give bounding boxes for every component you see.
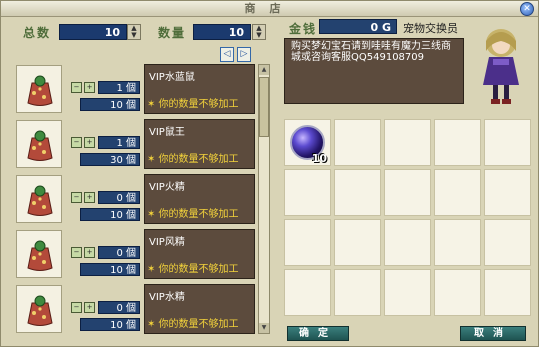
scroll-thumb[interactable] [259, 77, 269, 137]
inventory-slot[interactable] [484, 169, 531, 216]
slot-count: 10 [311, 152, 327, 165]
list-item[interactable]: − + 0 個 10 個 VIP水精 ✶ 你的数量不够加工 [14, 284, 256, 336]
item-description: VIP风精 ✶ 你的数量不够加工 [144, 229, 255, 279]
prev-page-button[interactable]: ◁ [220, 47, 234, 62]
inventory-slot[interactable] [334, 119, 381, 166]
increase-button[interactable]: + [84, 302, 95, 313]
cancel-button[interactable]: 取消 [460, 326, 526, 341]
item-description: VIP水蓝鼠 ✶ 你的数量不够加工 [144, 64, 255, 114]
inventory-slot[interactable] [384, 169, 431, 216]
item-description: VIP水精 ✶ 你的数量不够加工 [144, 284, 255, 334]
inventory-slot[interactable] [334, 219, 381, 266]
item-price: 30 個 [80, 153, 140, 166]
insufficient-warning: ✶ 你的数量不够加工 [147, 319, 239, 330]
scroll-up-icon[interactable]: ▲ [259, 65, 269, 75]
item-name: VIP风精 [149, 237, 185, 248]
list-scrollbar[interactable]: ▲ ▼ [258, 64, 270, 334]
insufficient-warning: ✶ 你的数量不够加工 [147, 99, 239, 110]
insufficient-warning: ✶ 你的数量不够加工 [147, 264, 239, 275]
gift-bag-icon [27, 185, 53, 216]
increase-button[interactable]: + [84, 82, 95, 93]
item-icon-frame[interactable] [16, 230, 62, 278]
close-button[interactable]: ✕ [520, 2, 534, 16]
total-spinner[interactable]: ▲ ▼ [127, 24, 141, 40]
item-icon-frame[interactable] [16, 175, 62, 223]
inventory-slot[interactable] [434, 219, 481, 266]
inventory-grid: 10 [284, 119, 536, 319]
list-item[interactable]: − + 1 個 30 個 VIP鼠王 ✶ 你的数量不够加工 [14, 119, 256, 171]
inventory-slot[interactable] [434, 169, 481, 216]
insufficient-warning: ✶ 你的数量不够加工 [147, 154, 239, 165]
spin-down-icon[interactable]: ▼ [253, 32, 265, 39]
item-icon-frame[interactable] [16, 285, 62, 333]
item-description: VIP鼠王 ✶ 你的数量不够加工 [144, 119, 255, 169]
inventory-slot[interactable] [384, 269, 431, 316]
insufficient-warning: ✶ 你的数量不够加工 [147, 209, 239, 220]
decrease-button[interactable]: − [71, 302, 82, 313]
inventory-slot[interactable]: 10 [284, 119, 331, 166]
inventory-slot[interactable] [434, 119, 481, 166]
money-label: 金钱 [289, 22, 318, 36]
item-price: 10 個 [80, 318, 140, 331]
increase-button[interactable]: + [84, 137, 95, 148]
inventory-slot[interactable] [484, 119, 531, 166]
item-description: VIP火精 ✶ 你的数量不够加工 [144, 174, 255, 224]
decrease-button[interactable]: − [71, 247, 82, 258]
inventory-slot[interactable] [384, 219, 431, 266]
total-label: 总数 [23, 26, 52, 40]
item-name: VIP水蓝鼠 [149, 72, 195, 83]
list-item[interactable]: − + 0 個 10 個 VIP风精 ✶ 你的数量不够加工 [14, 229, 256, 281]
decrease-button[interactable]: − [71, 82, 82, 93]
item-icon-frame[interactable] [16, 65, 62, 113]
decrease-button[interactable]: − [71, 137, 82, 148]
item-quantity: 1 個 [98, 136, 140, 149]
inventory-slot[interactable] [484, 219, 531, 266]
item-list: − + 1 個 10 個 VIP水蓝鼠 ✶ 你的数量不够加工 − + 1 個 3… [14, 64, 270, 334]
total-value: 10 [59, 24, 127, 40]
npc-name: 宠物交换员 [403, 22, 458, 35]
inventory-slot[interactable] [484, 269, 531, 316]
quantity-value: 10 [193, 24, 251, 40]
increase-button[interactable]: + [84, 247, 95, 258]
spin-down-icon[interactable]: ▼ [128, 32, 140, 39]
decrease-button[interactable]: − [71, 192, 82, 203]
item-quantity: 0 個 [98, 191, 140, 204]
inventory-slot[interactable] [284, 169, 331, 216]
window-title: 商店 [1, 1, 538, 17]
quantity-label: 数量 [158, 26, 187, 40]
increase-button[interactable]: + [84, 192, 95, 203]
gift-bag-icon [27, 295, 53, 326]
money-value: 0 G [319, 19, 397, 34]
inventory-slot[interactable] [334, 269, 381, 316]
item-name: VIP火精 [149, 182, 185, 193]
gift-bag-icon [27, 240, 53, 271]
item-quantity: 0 個 [98, 246, 140, 259]
item-price: 10 個 [80, 98, 140, 111]
list-item[interactable]: − + 0 個 10 個 VIP火精 ✶ 你的数量不够加工 [14, 174, 256, 226]
gift-bag-icon [27, 130, 53, 161]
item-price: 10 個 [80, 208, 140, 221]
item-quantity: 0 個 [98, 301, 140, 314]
quantity-spinner[interactable]: ▲ ▼ [252, 24, 266, 40]
next-page-button[interactable]: ▷ [237, 47, 251, 62]
confirm-button[interactable]: 确定 [287, 326, 349, 341]
gift-bag-icon [27, 75, 53, 106]
inventory-slot[interactable] [284, 269, 331, 316]
inventory-slot[interactable] [334, 169, 381, 216]
inventory-slot[interactable] [384, 119, 431, 166]
item-quantity: 1 個 [98, 81, 140, 94]
inventory-slot[interactable] [284, 219, 331, 266]
item-name: VIP鼠王 [149, 127, 185, 138]
item-price: 10 個 [80, 263, 140, 276]
list-item[interactable]: − + 1 個 10 個 VIP水蓝鼠 ✶ 你的数量不够加工 [14, 64, 256, 116]
inventory-slot[interactable] [434, 269, 481, 316]
item-name: VIP水精 [149, 292, 185, 303]
scroll-down-icon[interactable]: ▼ [259, 323, 269, 333]
npc-dialog: 购买梦幻宝石请到哇哇有魔力三线商城或咨询客服QQ549108709 [284, 38, 464, 104]
npc-portrait [483, 29, 519, 104]
shop-window: 商店 ✕ 总数 10 ▲ ▼ 数量 10 ▲ ▼ ◁ ▷ − + 1 個 10 … [0, 0, 539, 347]
item-icon-frame[interactable] [16, 120, 62, 168]
